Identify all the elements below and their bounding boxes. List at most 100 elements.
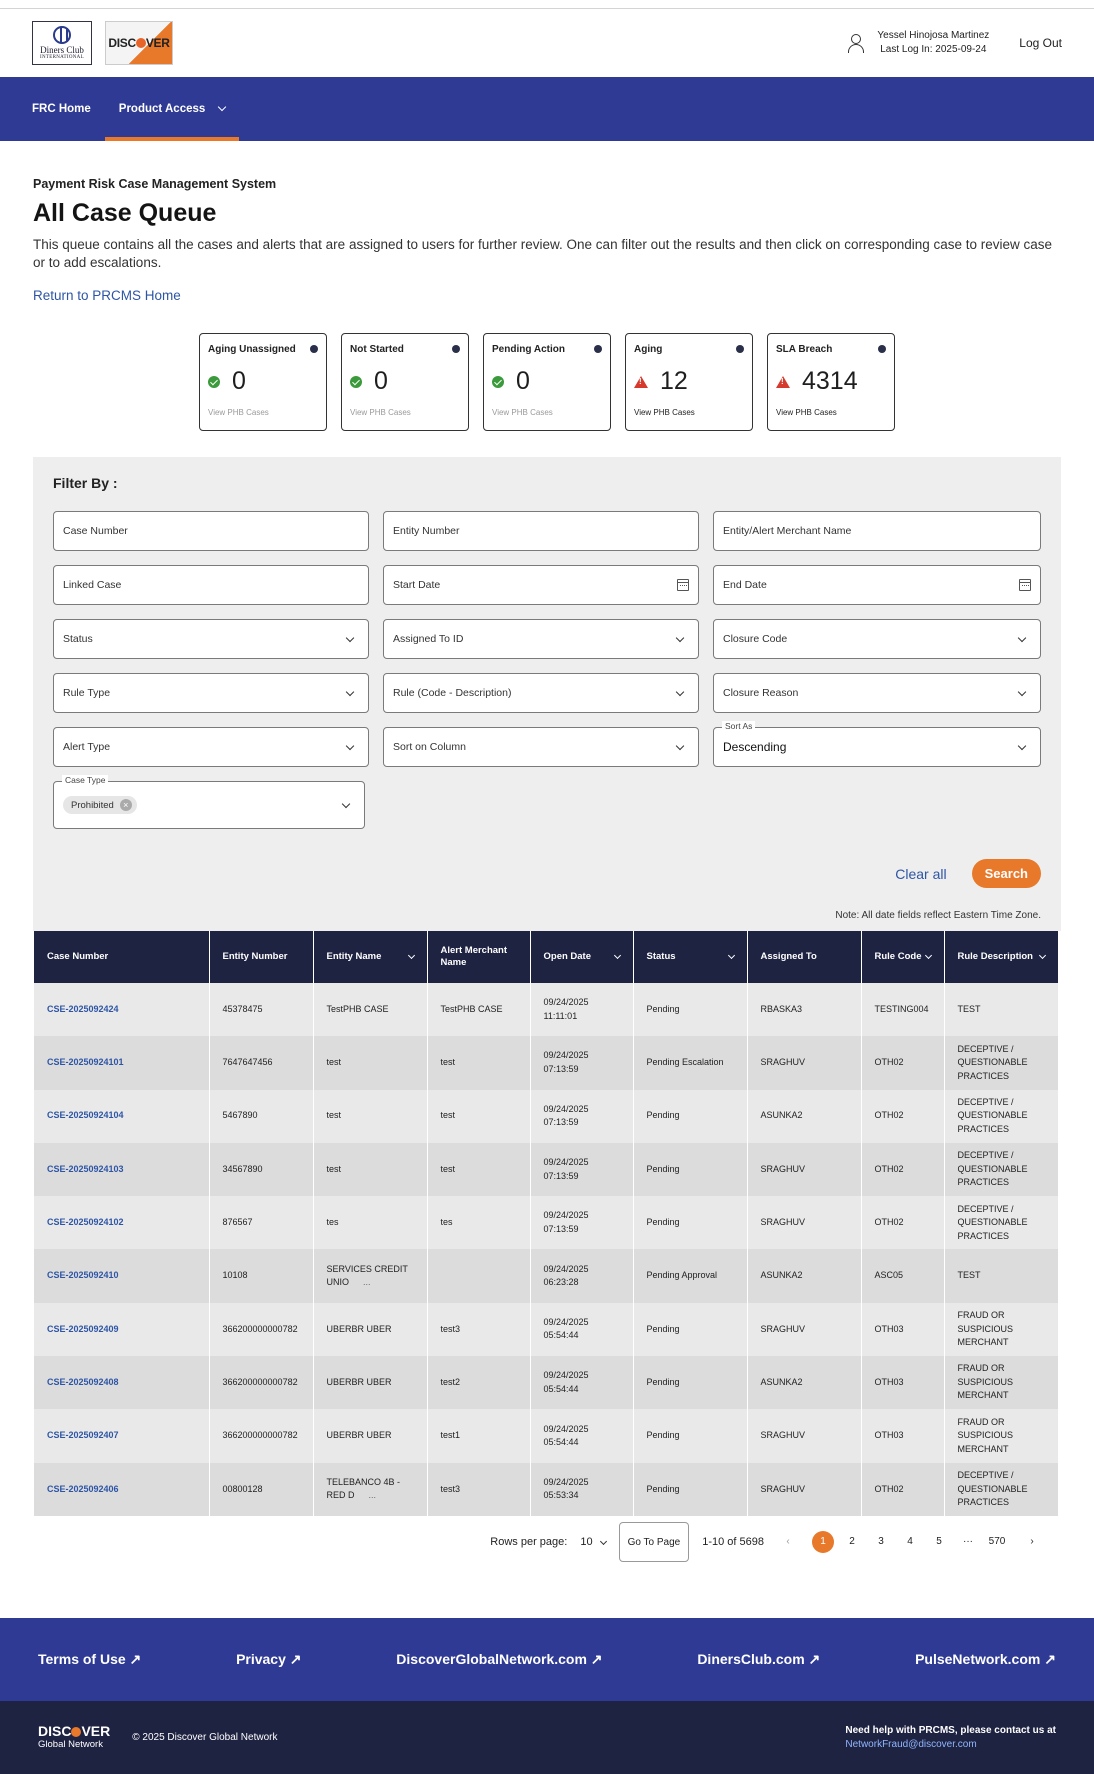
case-number-link[interactable]: CSE-2025092407 — [34, 1409, 210, 1463]
table-row[interactable]: CSE-20250924102 876567 tes tes 09/24/2025 07… — [34, 1196, 1059, 1250]
diners-club-link[interactable]: DinersClub.com ↗ — [697, 1651, 820, 1668]
linked-case-input[interactable]: Linked Case — [53, 565, 369, 605]
cell-text: test — [440, 1163, 456, 1174]
page-number-button[interactable]: 2 — [841, 1531, 863, 1553]
table-row[interactable]: CSE-20250924103 34567890 test test 09/24/202… — [34, 1142, 1059, 1197]
column-header[interactable]: Rule Description — [944, 931, 1059, 983]
view-phb-cases-link[interactable]: View PHB Cases — [776, 408, 886, 417]
rule-type-select[interactable]: Rule Type — [53, 673, 369, 713]
entity-number-input[interactable]: Entity Number — [383, 511, 699, 551]
table-cell: SERVICES CREDIT UNIO... — [313, 1249, 428, 1303]
page-number-button[interactable]: 4 — [899, 1531, 921, 1553]
end-date-input[interactable]: End Date — [713, 565, 1041, 605]
prev-page-button[interactable]: ‹ — [777, 1531, 799, 1553]
help-email-link[interactable]: NetworkFraud@discover.com — [845, 1738, 1056, 1752]
page-number-button[interactable]: 5 — [928, 1531, 950, 1553]
table-cell: test3 — [427, 1302, 531, 1357]
case-number-placeholder: Case Number — [63, 525, 128, 537]
table-row[interactable]: CSE-2025092408 366200000000782 UBERBR UBER… — [34, 1356, 1059, 1410]
merchant-name-input[interactable]: Entity/Alert Merchant Name — [713, 511, 1041, 551]
table-row[interactable]: CSE-2025092410 10108 SERVICES CREDIT UNIO.… — [34, 1249, 1059, 1303]
case-number-link[interactable]: CSE-20250924101 — [34, 1036, 210, 1090]
view-phb-cases-link[interactable]: View PHB Cases — [634, 408, 744, 417]
info-icon[interactable] — [878, 345, 886, 353]
sort-as-select[interactable]: Sort As Descending — [713, 721, 1041, 767]
column-header[interactable]: Status — [633, 931, 748, 983]
cell-text: test — [326, 1163, 342, 1174]
case-number-link[interactable]: CSE-2025092409 — [34, 1302, 210, 1357]
discover-logo[interactable]: DISC VER — [105, 21, 173, 65]
cell-text: TEST — [957, 1270, 981, 1281]
discover-global-link[interactable]: DiscoverGlobalNetwork.com ↗ — [396, 1651, 602, 1668]
case-number-link[interactable]: CSE-2025092406 — [34, 1462, 210, 1516]
return-home-link[interactable]: Return to PRCMS Home — [33, 288, 181, 303]
column-header-label: Assigned To — [760, 951, 817, 962]
case-number-link[interactable]: CSE-20250924102 — [34, 1196, 210, 1250]
page-number-button[interactable]: 570 — [986, 1531, 1008, 1553]
closure-code-select[interactable]: Closure Code — [713, 619, 1041, 659]
privacy-link[interactable]: Privacy ↗ — [236, 1651, 301, 1668]
rows-per-page-select[interactable]: 10 — [580, 1536, 607, 1548]
table-cell: test — [427, 1089, 531, 1143]
column-header[interactable]: Open Date — [530, 931, 634, 983]
alert-type-select[interactable]: Alert Type — [53, 727, 369, 767]
case-number-link[interactable]: CSE-20250924103 — [34, 1142, 210, 1197]
logout-link[interactable]: Log Out — [1019, 36, 1062, 50]
status-select[interactable]: Status — [53, 619, 369, 659]
sort-column-select[interactable]: Sort on Column — [383, 727, 699, 767]
info-icon[interactable] — [594, 345, 602, 353]
table-row[interactable]: CSE-2025092424 45378475 TestPHB CASE TestPH… — [34, 983, 1059, 1037]
footer-logo-sub: Global Network — [38, 1738, 103, 1750]
remove-chip-icon[interactable]: × — [119, 799, 132, 811]
diners-club-logo[interactable]: Diners Club INTERNATIONAL — [32, 21, 92, 65]
info-icon[interactable] — [310, 345, 318, 353]
page-number-button[interactable]: ··· — [957, 1531, 979, 1553]
terms-link[interactable]: Terms of Use ↗ — [38, 1651, 141, 1668]
nav-product-access[interactable]: Product Access — [104, 77, 240, 141]
table-cell: tes — [313, 1196, 428, 1250]
case-type-select[interactable]: Case Type Prohibited × — [53, 775, 365, 829]
case-number-link[interactable]: CSE-2025092424 — [34, 983, 210, 1037]
page-number-button[interactable]: 1 — [812, 1530, 834, 1553]
go-to-page-input[interactable]: Go To Page — [618, 1521, 690, 1562]
table-row[interactable]: CSE-2025092407 366200000000782 UBERBR UBER… — [34, 1409, 1059, 1463]
calendar-icon[interactable] — [1019, 579, 1031, 591]
rule-select[interactable]: Rule (Code - Description) — [383, 673, 699, 713]
table-row[interactable]: CSE-20250924104 5467890 test test 09/24/2025… — [34, 1089, 1059, 1143]
cell-text: ASUNKA2 — [760, 1270, 803, 1281]
closure-reason-select[interactable]: Closure Reason — [713, 673, 1041, 713]
info-icon[interactable] — [452, 345, 460, 353]
assigned-to-select[interactable]: Assigned To ID — [383, 619, 699, 659]
cell-text: 09/24/2025 07:13:59 — [543, 1157, 589, 1181]
user-icon — [847, 33, 865, 53]
pulse-network-link[interactable]: PulseNetwork.com ↗ — [915, 1651, 1056, 1668]
table-row[interactable]: CSE-2025092409 366200000000782 UBERBR UBER… — [34, 1302, 1059, 1357]
column-header[interactable]: Rule Code — [861, 931, 945, 983]
table-row[interactable]: CSE-20250924101 7647647456 test test 09/24/2… — [34, 1036, 1059, 1090]
case-number-input[interactable]: Case Number — [53, 511, 369, 551]
table-cell: OTH02 — [861, 1196, 945, 1250]
search-button[interactable]: Search — [971, 859, 1041, 888]
cell-text: Pending Approval — [646, 1270, 718, 1281]
table-cell: 10108 — [209, 1249, 314, 1303]
calendar-icon[interactable] — [677, 579, 689, 591]
column-header[interactable]: Entity Name — [313, 931, 428, 983]
cell-text: tes — [440, 1217, 453, 1228]
start-date-input[interactable]: Start Date — [383, 565, 699, 605]
case-number-link[interactable]: CSE-2025092410 — [34, 1249, 210, 1303]
cell-text: CSE-20250924101 — [47, 1057, 124, 1068]
cell-text: 09/24/2025 07:13:59 — [543, 1050, 589, 1074]
nav-frc-home[interactable]: FRC Home — [18, 77, 105, 141]
table-cell: OTH02 — [861, 1142, 945, 1197]
clear-all-button[interactable]: Clear all — [895, 866, 946, 882]
card-title: Aging Unassigned — [208, 344, 296, 355]
cell-text: CSE-2025092407 — [47, 1430, 119, 1441]
next-page-button[interactable]: › — [1021, 1531, 1043, 1553]
case-number-link[interactable]: CSE-2025092408 — [34, 1356, 210, 1410]
case-number-link[interactable]: CSE-20250924104 — [34, 1089, 210, 1143]
info-icon[interactable] — [736, 345, 744, 353]
footer-logo-text-b: VER — [81, 1722, 111, 1739]
column-header-label: Entity Number — [222, 951, 288, 962]
table-row[interactable]: CSE-2025092406 00800128 TELEBANCO 4B - RED… — [34, 1462, 1059, 1516]
page-number-button[interactable]: 3 — [870, 1531, 892, 1553]
